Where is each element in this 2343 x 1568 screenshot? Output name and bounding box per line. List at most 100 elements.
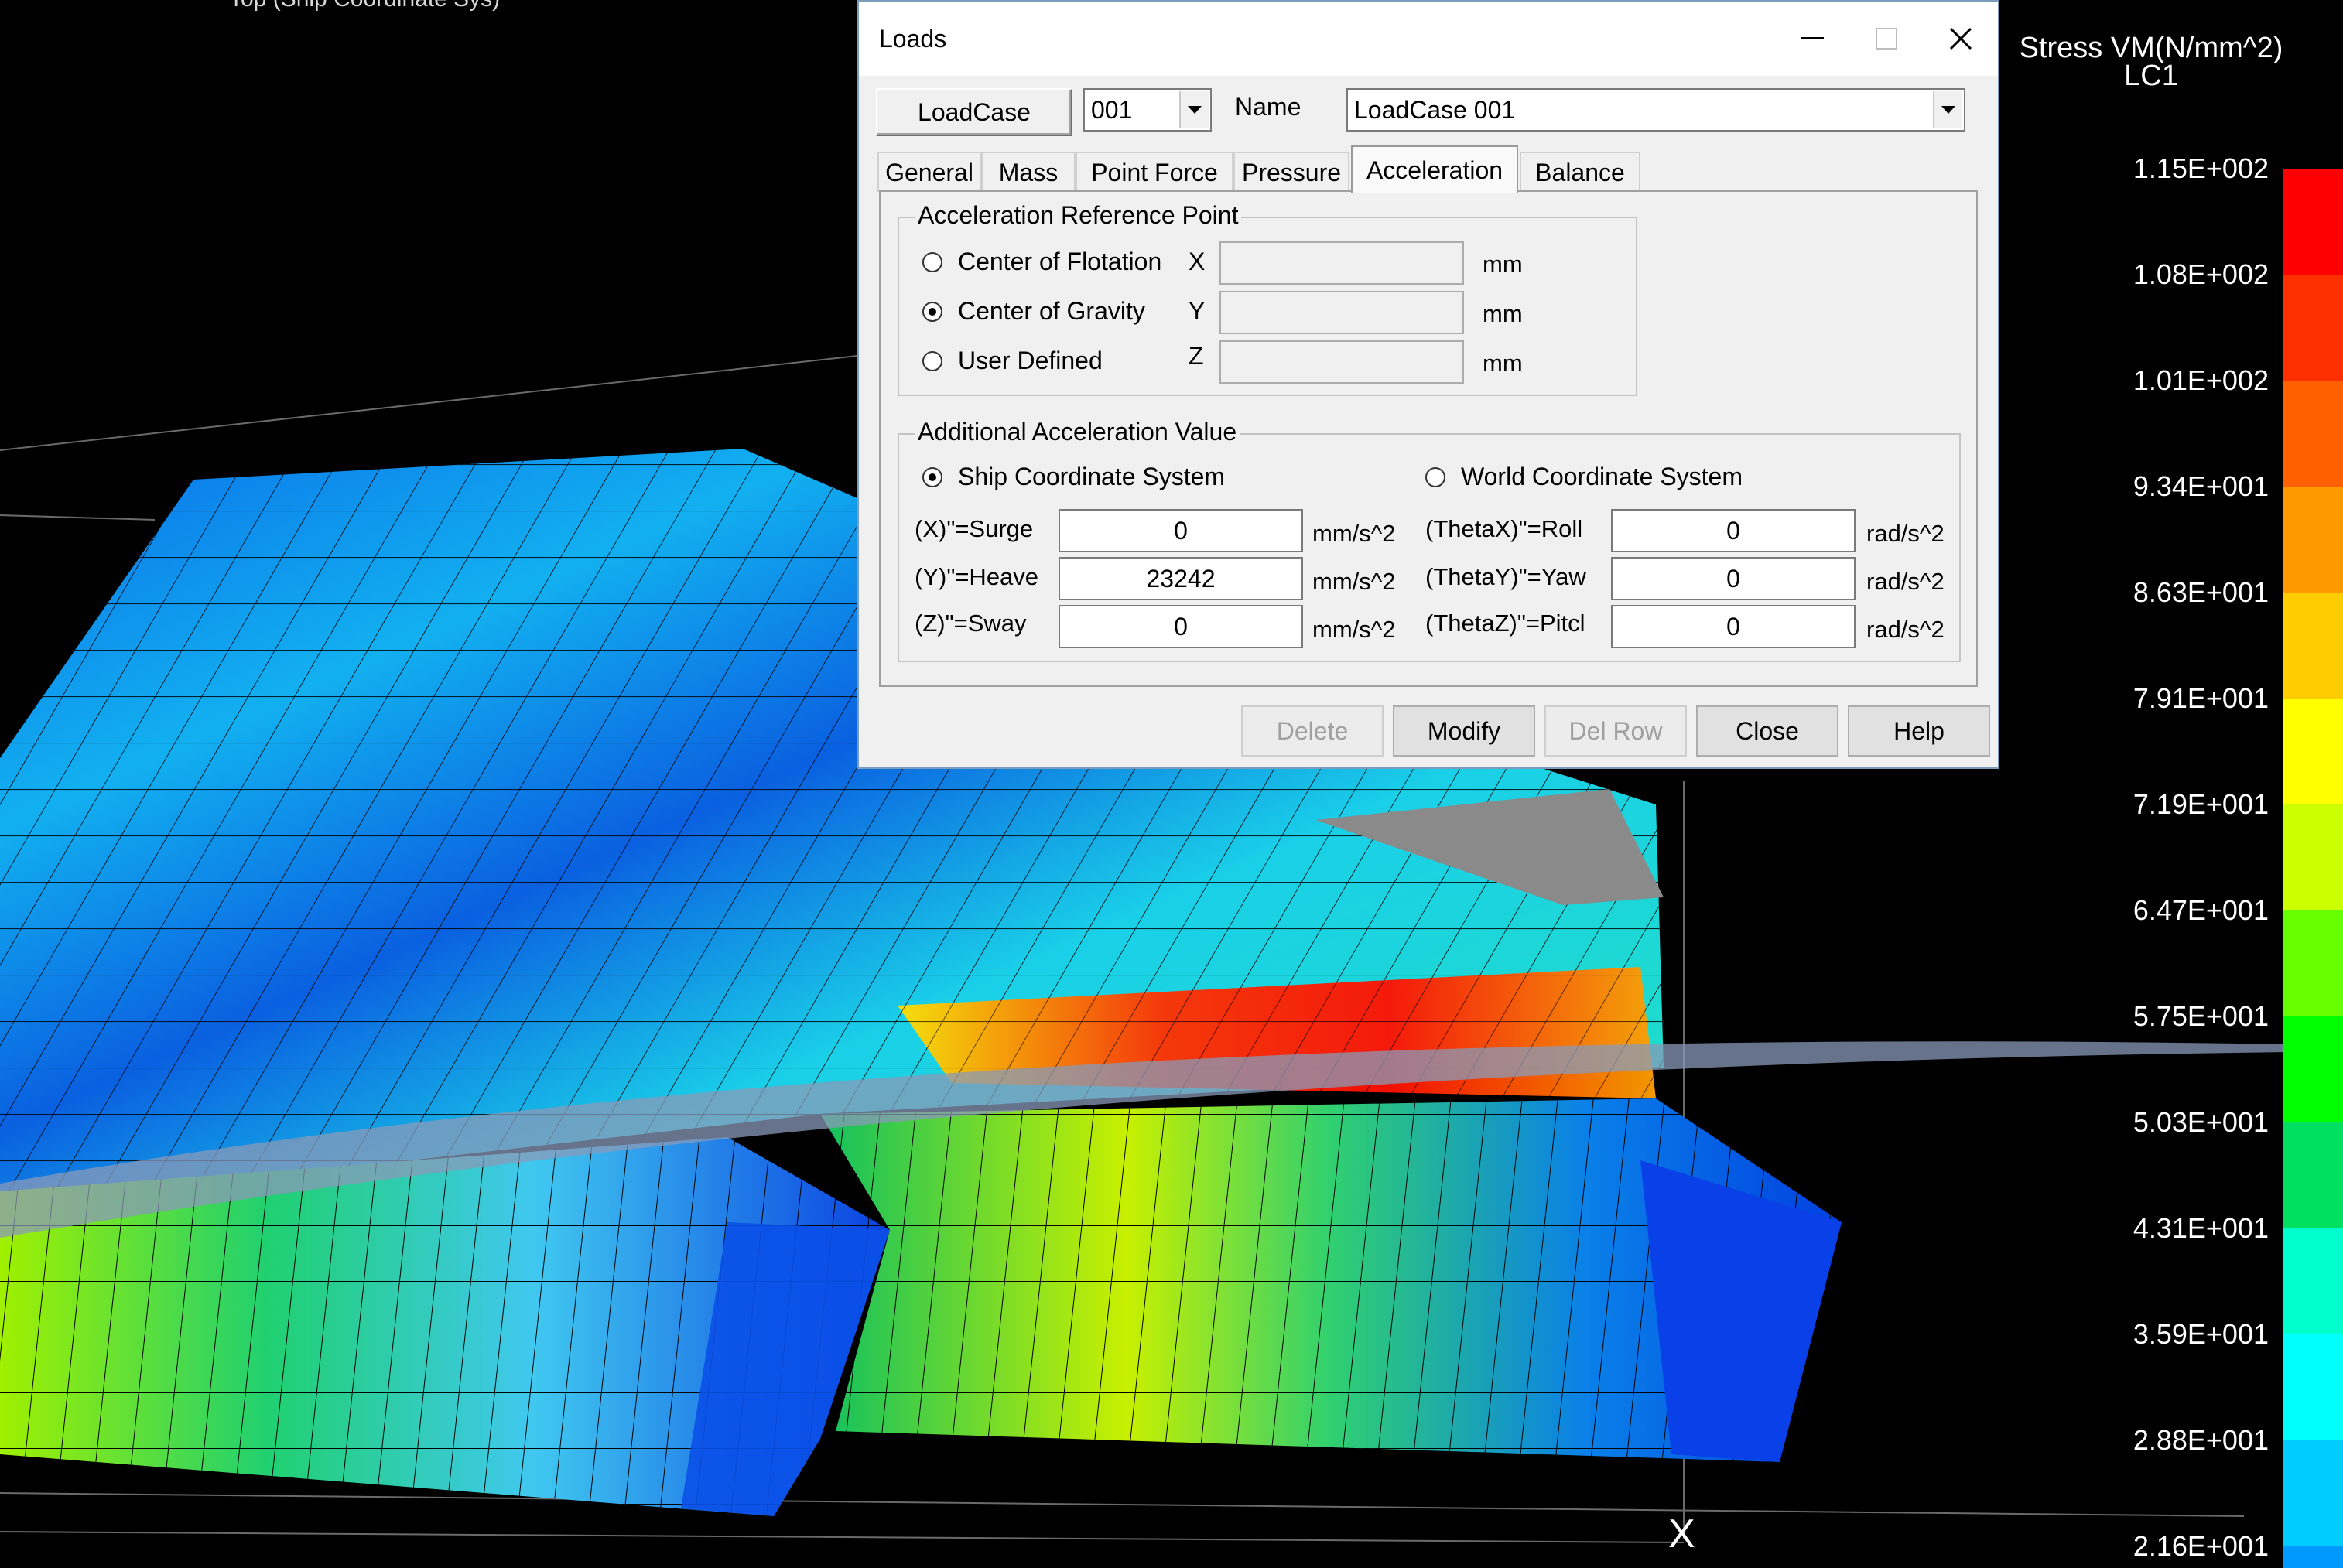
roll-unit: rad/s^2 — [1866, 520, 1945, 547]
del-row-button[interactable]: Del Row — [1544, 705, 1687, 757]
dialog-titlebar[interactable]: Loads — [859, 2, 1998, 76]
yaw-input[interactable]: 0 — [1611, 557, 1856, 600]
pitch-label: (ThetaZ)"=Pitcl — [1425, 610, 1585, 637]
sway-input[interactable]: 0 — [1059, 605, 1303, 648]
legend-label: 2.16E+001 — [2133, 1530, 2269, 1562]
roll-label: (ThetaX)"=Roll — [1425, 515, 1583, 542]
minimize-icon — [1801, 37, 1824, 39]
legend-label: 1.15E+002 — [2133, 152, 2269, 184]
roll-input[interactable]: 0 — [1611, 509, 1856, 552]
user-defined-label: User Defined — [958, 347, 1103, 374]
legend-swatch — [2283, 487, 2343, 593]
legend-label: 5.75E+001 — [2133, 1000, 2269, 1032]
legend-label: 5.03E+001 — [2133, 1106, 2269, 1138]
legend-swatch — [2283, 381, 2343, 487]
yaw-unit: rad/s^2 — [1866, 568, 1945, 595]
minimize-button[interactable] — [1775, 2, 1849, 76]
loadcase-select[interactable]: 001 — [1083, 88, 1212, 132]
name-label: Name — [1235, 93, 1301, 121]
legend-swatch — [2283, 1440, 2343, 1546]
loadcase-button[interactable]: LoadCase — [876, 88, 1072, 136]
ref-z-input[interactable] — [1219, 340, 1464, 384]
legend-swatch — [2283, 1228, 2343, 1334]
legend-label: 1.08E+002 — [2133, 258, 2269, 290]
tab-pressure[interactable]: Pressure — [1233, 152, 1349, 192]
legend-swatch — [2283, 1334, 2343, 1440]
legend-swatch — [2283, 275, 2343, 381]
tab-point-force[interactable]: Point Force — [1076, 152, 1233, 192]
close-button[interactable]: Close — [1696, 705, 1838, 757]
legend-label: 2.88E+001 — [2133, 1424, 2269, 1456]
tab-balance[interactable]: Balance — [1520, 152, 1640, 192]
chevron-down-icon[interactable] — [1933, 91, 1962, 128]
world-coordinate-label: World Coordinate System — [1461, 463, 1743, 490]
surge-label: (X)"=Surge — [915, 515, 1034, 542]
loadcase-name-select[interactable]: LoadCase 001 — [1346, 88, 1965, 132]
modify-button[interactable]: Modify — [1393, 705, 1535, 757]
pitch-input[interactable]: 0 — [1611, 605, 1856, 648]
x-axis-label: X — [1189, 248, 1206, 275]
pitch-unit: rad/s^2 — [1866, 616, 1945, 643]
axis-x-label: X — [1668, 1512, 1695, 1556]
heave-input[interactable]: 23242 — [1059, 557, 1303, 600]
close-window-button[interactable] — [1924, 2, 1998, 76]
z-axis-label: Z — [1189, 342, 1204, 370]
center-of-flotation-radio[interactable] — [922, 252, 942, 272]
heave-label: (Y)"=Heave — [915, 563, 1039, 590]
loads-dialog: Loads LoadCase 001 Name LoadCase 001 Gen… — [857, 0, 1999, 769]
unit-label: mm — [1483, 251, 1523, 278]
world-coordinate-radio[interactable] — [1425, 467, 1445, 487]
loadcase-name-value: LoadCase 001 — [1354, 96, 1516, 124]
maximize-icon — [1876, 28, 1897, 50]
tab-general[interactable]: General — [877, 152, 981, 192]
reference-point-title: Acceleration Reference Point — [915, 201, 1242, 230]
center-of-flotation-label: Center of Flotation — [958, 248, 1162, 275]
legend-swatch — [2283, 593, 2343, 699]
legend-label: 9.34E+001 — [2133, 470, 2269, 502]
legend-swatch — [2283, 804, 2343, 910]
unit-label: mm — [1483, 300, 1523, 327]
help-button[interactable]: Help — [1848, 705, 1990, 757]
tab-acceleration[interactable]: Acceleration — [1351, 145, 1518, 193]
legend-swatch — [2283, 1122, 2343, 1228]
legend-swatch — [2283, 1546, 2343, 1568]
legend-label: 7.91E+001 — [2133, 682, 2269, 714]
user-defined-radio[interactable] — [922, 351, 942, 371]
acceleration-tab-panel: Acceleration Reference Point Center of F… — [879, 190, 1978, 687]
legend-swatch — [2283, 910, 2343, 1016]
additional-acceleration-title: Additional Acceleration Value — [915, 418, 1240, 446]
close-icon — [1949, 27, 1972, 50]
ref-x-input[interactable] — [1219, 241, 1464, 285]
y-axis-label: Y — [1189, 297, 1206, 325]
center-of-gravity-label: Center of Gravity — [958, 297, 1145, 325]
surge-input[interactable]: 0 — [1059, 509, 1303, 552]
ship-coordinate-label: Ship Coordinate System — [958, 463, 1226, 490]
legend-label: 7.19E+001 — [2133, 788, 2269, 820]
chevron-down-icon[interactable] — [1179, 91, 1209, 128]
delete-button[interactable]: Delete — [1241, 705, 1384, 757]
surge-unit: mm/s^2 — [1312, 520, 1396, 547]
legend-label: 6.47E+001 — [2133, 894, 2269, 926]
legend-label: 3.59E+001 — [2133, 1318, 2269, 1350]
additional-acceleration-group: Additional Acceleration Value Ship Coord… — [898, 418, 1961, 662]
view-caption: Top (Ship Coordinate Sys) — [229, 0, 500, 12]
ship-coordinate-radio[interactable] — [922, 467, 942, 487]
dialog-title: Loads — [879, 25, 947, 53]
yaw-label: (ThetaY)"=Yaw — [1425, 563, 1586, 590]
ref-y-input[interactable] — [1219, 291, 1464, 334]
center-of-gravity-radio[interactable] — [922, 302, 942, 322]
legend-label: 1.01E+002 — [2133, 364, 2269, 396]
tab-mass[interactable]: Mass — [981, 152, 1076, 192]
loadcase-select-value: 001 — [1091, 96, 1133, 124]
maximize-button[interactable] — [1849, 2, 1924, 76]
legend-label: 8.63E+001 — [2133, 576, 2269, 608]
legend-swatch — [2283, 1016, 2343, 1122]
unit-label: mm — [1483, 350, 1523, 377]
legend-title: Stress VM(N/mm^2) LC1 — [2019, 32, 2283, 92]
heave-unit: mm/s^2 — [1312, 568, 1396, 595]
reference-point-group: Acceleration Reference Point Center of F… — [898, 201, 1637, 396]
legend-swatch — [2283, 699, 2343, 804]
legend-label: 4.31E+001 — [2133, 1212, 2269, 1244]
legend-swatch — [2283, 169, 2343, 275]
sway-label: (Z)"=Sway — [915, 610, 1027, 637]
